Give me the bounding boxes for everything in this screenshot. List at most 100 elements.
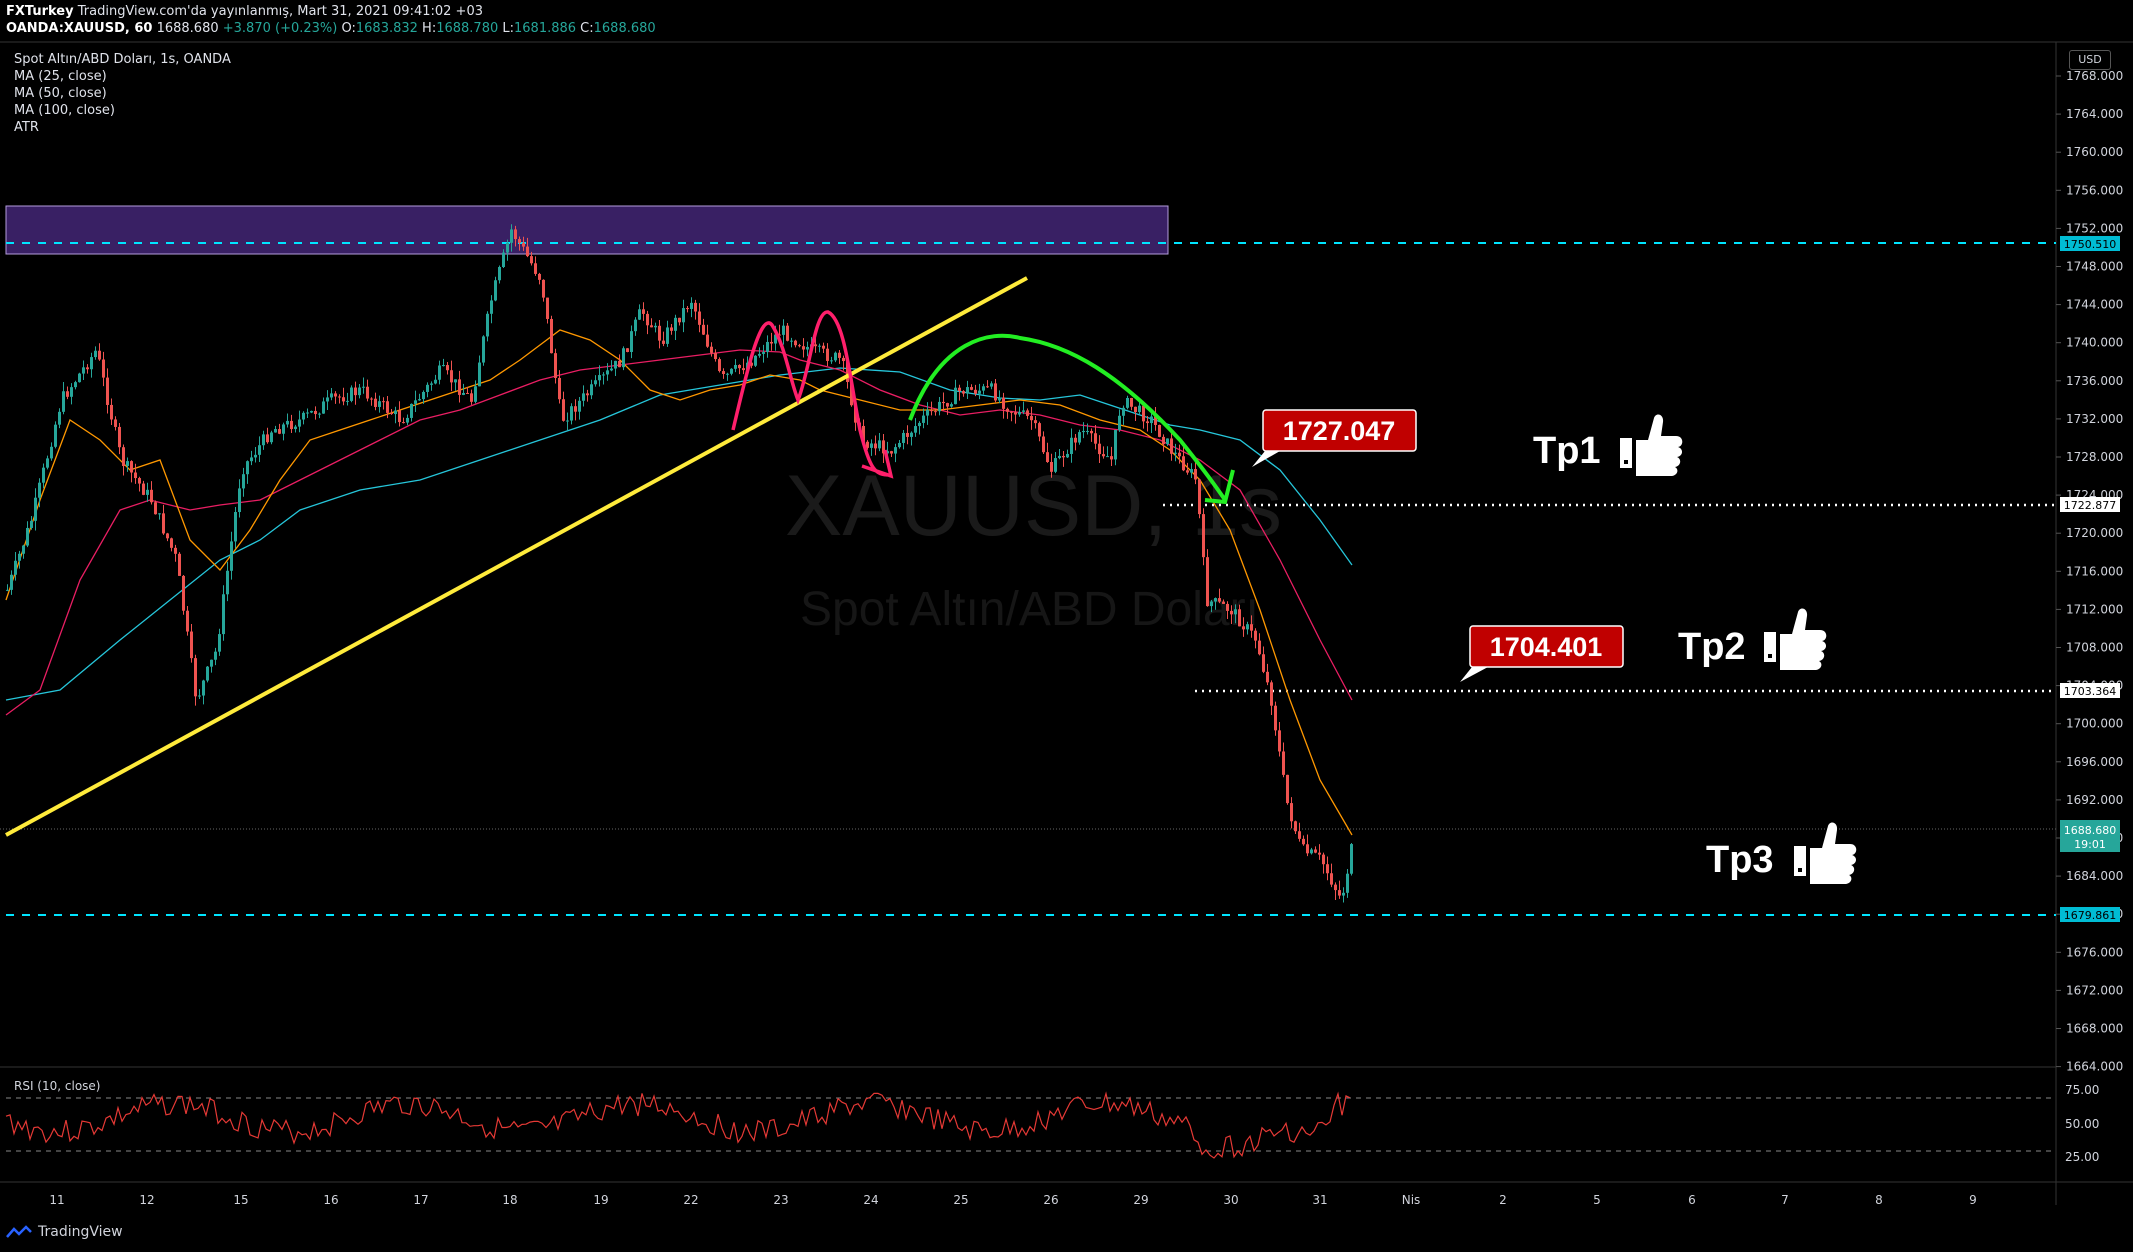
candle-body [822,345,825,349]
candle-body [674,317,677,331]
candle-body [958,387,961,392]
candle-body [1158,424,1161,437]
price-axis-tick: 1748.000 [2066,260,2123,274]
candle-body [522,242,525,247]
candle-body [394,410,397,415]
candle-body [334,393,337,397]
legend-ma25[interactable]: MA (25, close) [14,69,107,84]
candle-body [990,383,993,387]
candle-body [798,345,801,347]
candle-body [458,379,461,395]
candle-body [1210,601,1213,607]
candle-body [1246,624,1249,630]
resistance-zone[interactable] [5,205,1169,255]
tradingview-logo-icon [6,1225,32,1238]
candle-body [818,345,821,347]
candle-body [442,365,445,367]
price-axis-tick: 1760.000 [2066,145,2123,159]
candle-body [150,489,153,503]
candle-body [642,309,645,314]
candle-body [1026,410,1029,416]
time-axis[interactable]: 11 12 15 16 17 18 19 22 23 24 25 26 29 30 31 Nis 2 5 6 7 8 9 [49,1193,1976,1207]
candle-body [198,695,201,697]
candle-body [1238,609,1241,627]
candle-body [122,447,125,466]
candle-body [658,325,661,341]
candle-body [278,429,281,434]
price-axis[interactable]: 1768.000 1764.000 1760.000 1756.000 1752.000… [2056,69,2123,1074]
candle-body [766,341,769,353]
price-axis-tick: 1736.000 [2066,374,2123,388]
candle-body [974,389,977,394]
legend-title: Spot Altın/ABD Doları, 1s, OANDA [14,52,231,67]
price-axis-tick: 1700.000 [2066,717,2123,731]
candle-body [438,365,441,380]
candle-body [194,658,197,697]
candle-body [582,393,585,401]
candle-body [454,379,457,383]
candle-body [1066,453,1069,458]
candle-body [1282,751,1285,775]
candle-body [698,311,701,325]
price-chart[interactable]: XAUUSD, 1s Spot Altın/ABD Doları 1727.04… [0,0,2133,1252]
candle-body [1338,890,1341,896]
time-axis-tick: 9 [1969,1193,1977,1207]
candle-body [1258,640,1261,655]
candle-body [1162,436,1165,445]
candle-body [266,434,269,443]
candle-body [302,412,305,420]
ascending-trendline[interactable] [5,276,1028,837]
time-axis-tick: 22 [683,1193,698,1207]
candle-body [134,472,137,479]
candle-body [1062,455,1065,458]
candle-body [1206,557,1209,607]
candle-body [502,252,505,268]
legend-ma100[interactable]: MA (100, close) [14,103,115,118]
candle-body [754,355,757,366]
candle-body [130,461,133,473]
candle-body [218,634,221,652]
candle-body [1046,452,1049,463]
candle-body [346,400,349,402]
time-axis-tick: 2 [1499,1193,1507,1207]
price-axis-tick: 1728.000 [2066,450,2123,464]
footer-brand[interactable]: TradingView [6,1224,123,1240]
candle-body [474,386,477,402]
candle-body [1006,408,1009,412]
candle-body [1330,873,1333,885]
legend-ma50[interactable]: MA (50, close) [14,86,107,101]
candle-body [382,401,385,403]
candle-body [646,313,649,326]
candle-body [586,393,589,396]
candle-body [214,651,217,660]
candle-body [494,280,497,301]
candle-body [118,426,121,448]
candle-body [290,420,293,430]
candle-body [254,454,257,458]
currency-button[interactable]: USD [2069,50,2111,70]
candle-body [14,560,17,575]
candle-body [318,413,321,415]
candle-body [54,424,57,447]
candle-body [342,397,345,402]
candle-body [602,374,605,376]
legend-atr[interactable]: ATR [14,120,39,135]
candle-body [870,443,873,448]
candle-body [942,401,945,404]
price-axis-tick: 1720.000 [2066,526,2123,540]
candle-body [1102,454,1105,457]
time-axis-tick: 17 [413,1193,428,1207]
candle-body [986,386,989,388]
callout-tp2[interactable]: 1704.401 [1460,625,1624,682]
candle-body [1226,603,1229,611]
candle-body [338,396,341,398]
candle-body [282,424,285,434]
candle-body [1346,873,1349,893]
candle-body [1002,397,1005,409]
candle-body [246,461,249,475]
candle-body [206,666,209,681]
candle-body [450,370,453,383]
candle-body [1166,438,1169,445]
candle-body [210,659,213,667]
candle-body [1042,436,1045,453]
